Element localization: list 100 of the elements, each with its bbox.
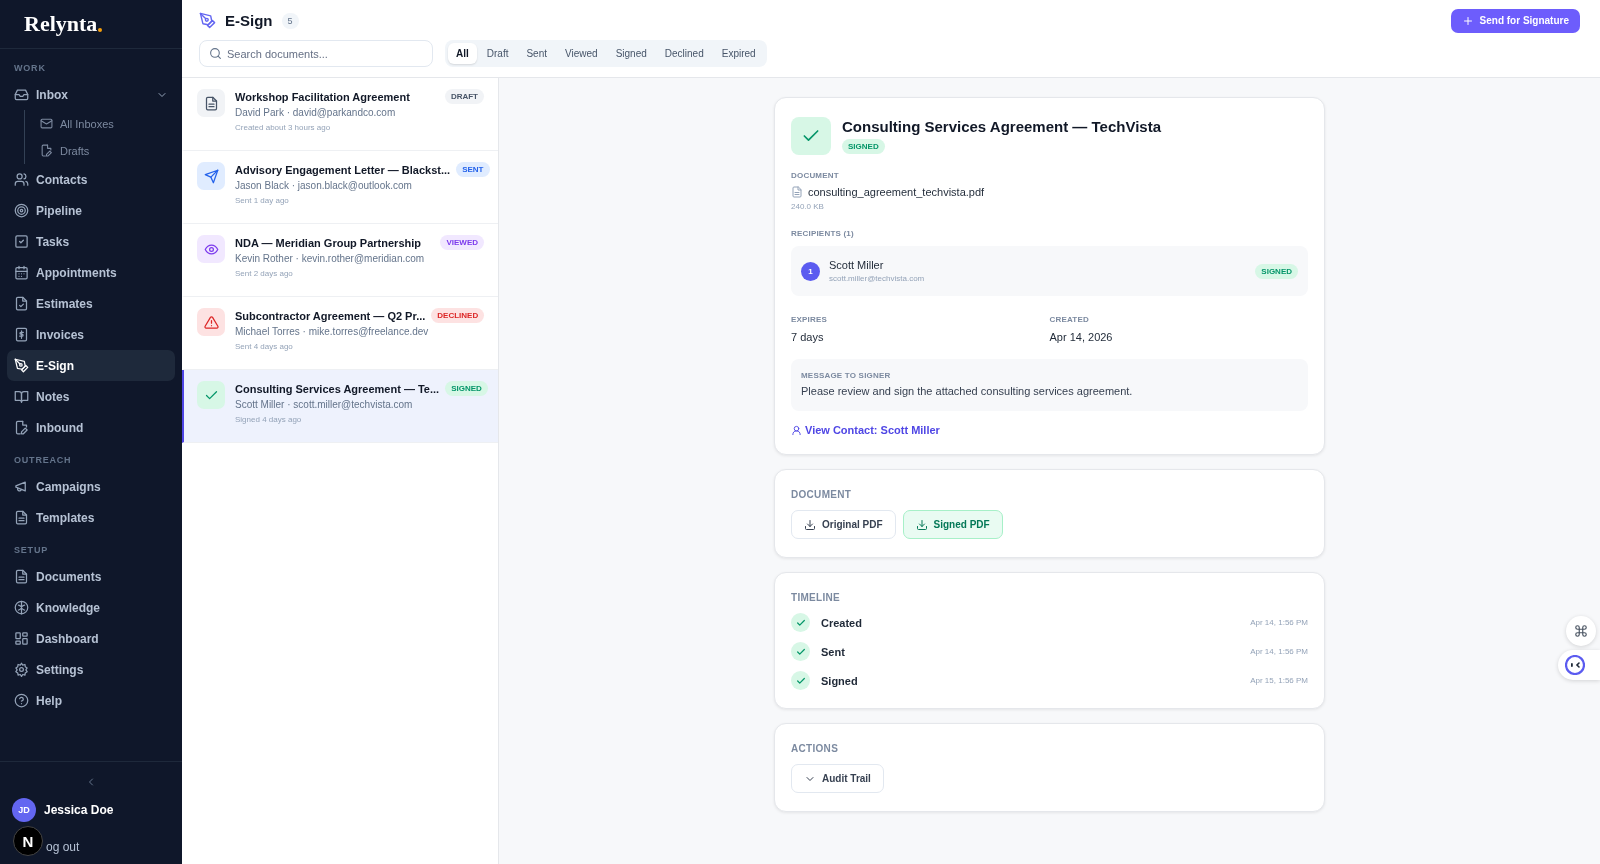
- people-icon: [14, 172, 29, 187]
- sidebar-item[interactable]: Notes: [7, 381, 175, 412]
- document-list-item[interactable]: Consulting Services Agreement — Te... SIGNED Scott Miller · scott.miller@techvista.com Signed 4 days ago: [182, 370, 498, 443]
- document-title: Consulting Services Agreement — Te...: [235, 382, 440, 395]
- message-text: Please review and sign the attached consulting services agreement.: [801, 385, 1134, 397]
- view-contact-link[interactable]: View Contact: Scott Miller: [791, 424, 940, 436]
- sidebar-item[interactable]: Contacts: [7, 164, 175, 195]
- logo: Relynta: [24, 11, 98, 37]
- sidebar-item[interactable]: Tasks: [7, 226, 175, 257]
- user-name: Jessica Doe: [44, 803, 114, 817]
- book-icon: [14, 389, 29, 404]
- event-label: Sent: [821, 645, 846, 658]
- recipient-text: Kevin Rother · kevin.rother@meridian.com: [235, 253, 426, 264]
- file-check-icon: [14, 296, 29, 311]
- document-heading: Consulting Services Agreement — TechVista: [842, 118, 1161, 135]
- sidebar-item[interactable]: Estimates: [7, 288, 175, 319]
- dashboard-icon: [14, 631, 29, 646]
- download-button[interactable]: Original PDF: [791, 510, 896, 539]
- assistant-button[interactable]: [1558, 650, 1600, 680]
- pen-tool-icon: [199, 12, 216, 29]
- sidebar-item[interactable]: E-Sign: [7, 350, 175, 381]
- sidebar-item[interactable]: Pipeline: [7, 195, 175, 226]
- settings-icon: [14, 662, 29, 677]
- section-heading: OUTREACH: [13, 454, 73, 467]
- sidebar-subitem[interactable]: All Inboxes: [33, 110, 175, 137]
- recipient-text: Jason Black · jason.black@outlook.com: [235, 180, 413, 191]
- file-size: 240.0 KB: [791, 202, 825, 211]
- status-badge: SIGNED: [1255, 263, 1298, 279]
- field-value: 7 days: [791, 331, 825, 343]
- field-label: MESSAGE TO SIGNER: [801, 371, 892, 380]
- status-badge: DECLINED: [431, 308, 485, 323]
- filter-tab[interactable]: Declined: [656, 43, 712, 64]
- receipt-icon: [14, 327, 29, 342]
- timestamp: Sent 1 day ago: [235, 196, 290, 205]
- command-icon: [1574, 624, 1588, 638]
- field-value: Apr 14, 2026: [1049, 331, 1114, 343]
- filter-tab[interactable]: Sent: [518, 43, 556, 64]
- sidebar-item[interactable]: Templates: [7, 502, 175, 533]
- sidebar-item[interactable]: Settings: [7, 654, 175, 685]
- section-heading: SETUP: [13, 544, 49, 557]
- filter-tab[interactable]: All: [448, 43, 477, 64]
- status-badge: SIGNED: [445, 381, 488, 396]
- audit-trail-button[interactable]: Audit Trail: [791, 764, 884, 793]
- send-for-signature-button[interactable]: Send for Signature: [1450, 8, 1580, 33]
- search-field[interactable]: Search documents...: [199, 40, 433, 67]
- sidebar-item[interactable]: Documents: [7, 561, 175, 592]
- field-label: EXPIRES: [791, 315, 829, 324]
- sidebar-item[interactable]: Campaigns: [7, 471, 175, 502]
- event-time: Apr 15, 1:56 PM: [1250, 676, 1308, 685]
- sidebar-item[interactable]: Inbox: [7, 79, 175, 110]
- search-icon: [209, 47, 222, 60]
- event-time: Apr 14, 1:56 PM: [1250, 618, 1308, 627]
- warning-icon: [203, 314, 219, 330]
- recipient-text: David Park · david@parkandco.com: [235, 107, 397, 118]
- document-list-item[interactable]: Advisory Engagement Letter — Blackst... SENT Jason Black · jason.black@outlook.com Sent 1 day ago: [182, 151, 498, 224]
- logout-link[interactable]: og out: [46, 840, 80, 854]
- document-title: Workshop Facilitation Agreement: [235, 90, 410, 103]
- download-button[interactable]: Signed PDF: [902, 510, 1003, 539]
- section-heading: ACTIONS: [791, 743, 840, 754]
- count-badge: 5: [281, 12, 299, 29]
- recipient-text: Scott Miller · scott.miller@techvista.com: [235, 399, 414, 410]
- document-title: NDA — Meridian Group Partnership: [235, 236, 421, 249]
- order-number: 1: [801, 261, 820, 281]
- event-label: Signed: [821, 674, 859, 687]
- status-badge: VIEWED: [440, 235, 484, 250]
- paper-plane-icon: [203, 168, 219, 184]
- sidebar-item[interactable]: Inbound: [7, 412, 175, 443]
- sidebar-subitem[interactable]: Drafts: [33, 137, 175, 164]
- document-list-item[interactable]: NDA — Meridian Group Partnership VIEWED Kevin Rother · kevin.rother@meridian.com Sent 2 days ago: [182, 224, 498, 297]
- timestamp: Sent 2 days ago: [235, 269, 294, 278]
- filter-tab[interactable]: Signed: [607, 43, 655, 64]
- file-icon: [14, 420, 29, 435]
- sidebar-item[interactable]: Help: [7, 685, 175, 716]
- dev-badge[interactable]: N: [13, 826, 43, 856]
- pen-tool-icon: [14, 358, 29, 373]
- sidebar-item[interactable]: Appointments: [7, 257, 175, 288]
- status-badge: SIGNED: [842, 139, 885, 154]
- filter-tab[interactable]: Viewed: [557, 43, 606, 64]
- document-title: Advisory Engagement Letter — Blackst...: [235, 163, 451, 176]
- field-label: CREATED: [1049, 315, 1090, 324]
- filter-tab[interactable]: Draft: [478, 43, 517, 64]
- user-avatar[interactable]: JD: [12, 798, 36, 822]
- sidebar-item[interactable]: Dashboard: [7, 623, 175, 654]
- status-badge: SENT: [456, 162, 490, 177]
- filter-tab[interactable]: Expired: [713, 43, 764, 64]
- event-label: Created: [821, 616, 863, 629]
- page-title: E-Sign: [225, 12, 273, 29]
- file-icon: [40, 144, 53, 157]
- calendar-icon: [14, 265, 29, 280]
- sidebar-item[interactable]: Invoices: [7, 319, 175, 350]
- document-icon: [14, 569, 29, 584]
- sidebar-item[interactable]: Knowledge: [7, 592, 175, 623]
- recipient-name: Scott Miller: [829, 259, 885, 271]
- section-heading: WORK: [13, 62, 47, 75]
- field-label: DOCUMENT: [791, 171, 840, 180]
- download-icon: [915, 518, 928, 531]
- help-icon: [14, 693, 29, 708]
- megaphone-icon: [14, 479, 29, 494]
- document-list-item[interactable]: Workshop Facilitation Agreement DRAFT David Park · david@parkandco.com Created about 3 hours ago: [182, 78, 498, 151]
- checkbox-icon: [14, 234, 29, 249]
